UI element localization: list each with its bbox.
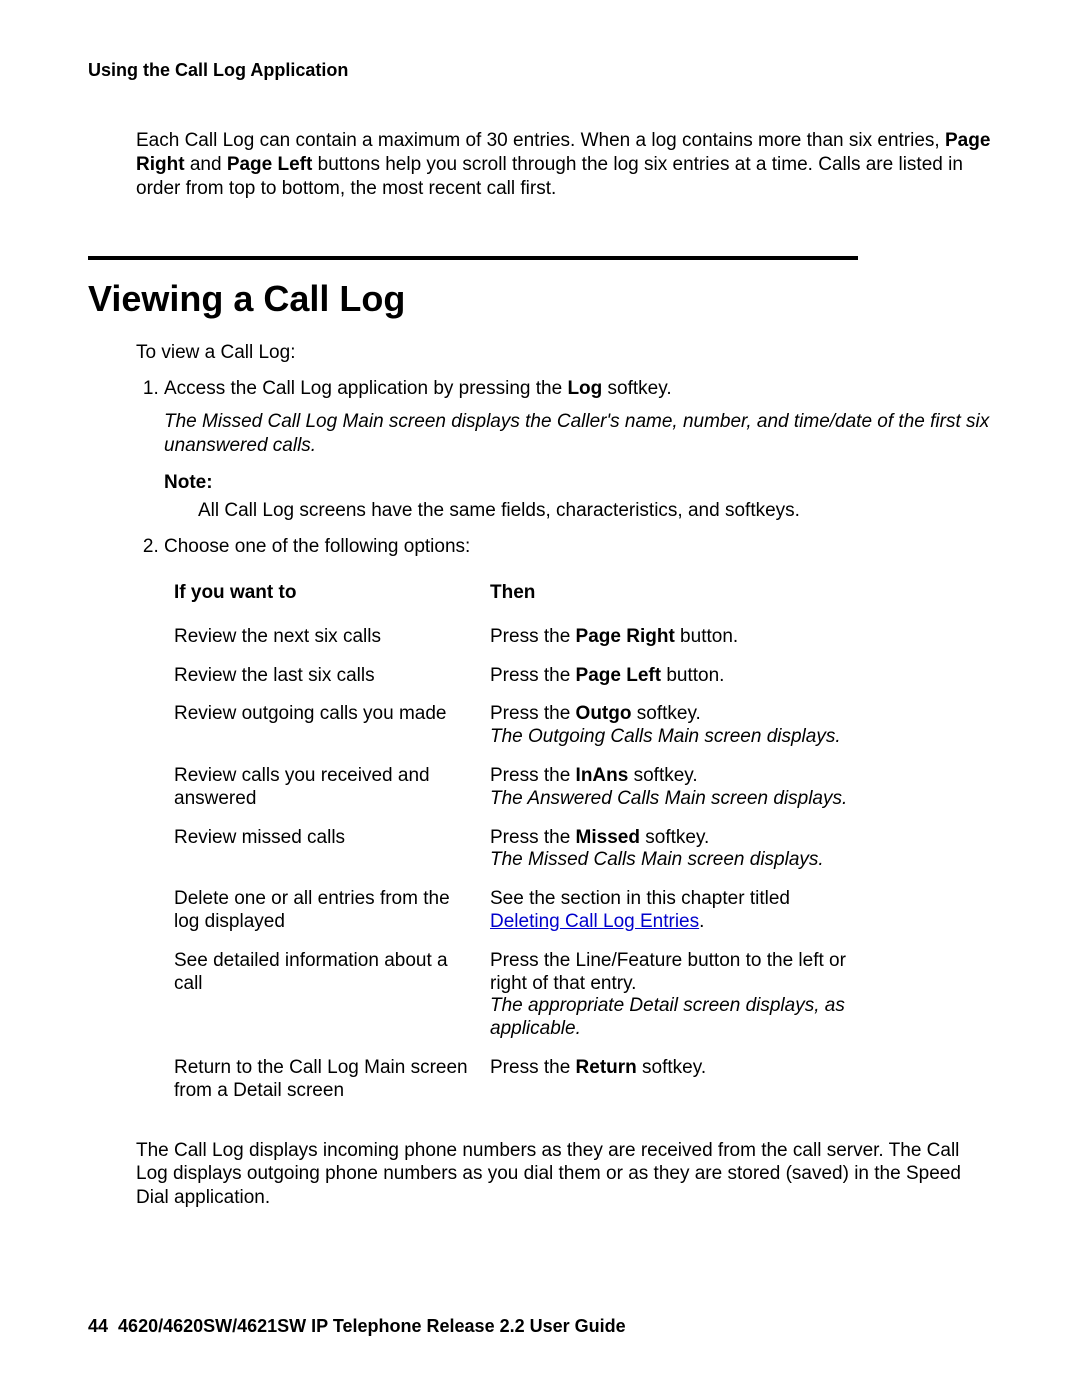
page-number: 44: [88, 1316, 108, 1336]
cell-italic: The Outgoing Calls Main screen displays.: [490, 726, 841, 747]
cell-text: softkey.: [637, 1057, 706, 1078]
intro-bold-page-left: Page Left: [227, 154, 313, 175]
table-cell-left: Review the last six calls: [174, 657, 490, 696]
step1-text: Access the Call Log application by press…: [164, 378, 567, 399]
table-cell-left: Review calls you received and answered: [174, 757, 490, 819]
table-cell-left: Delete one or all entries from the log d…: [174, 880, 490, 942]
table-row: Review the next six calls Press the Page…: [174, 618, 864, 657]
cell-bold: Page Left: [576, 665, 662, 686]
cell-text: See the section in this chapter titled: [490, 888, 790, 909]
cell-bold: Page Right: [576, 626, 675, 647]
lead-text: To view a Call Log:: [136, 342, 992, 364]
table-header-right: Then: [490, 576, 864, 618]
table-row: Review missed calls Press the Missed sof…: [174, 819, 864, 881]
table-cell-right: Press the Page Right button.: [490, 618, 864, 657]
document-page: Using the Call Log Application Each Call…: [0, 0, 1080, 1397]
intro-text: Each Call Log can contain a maximum of 3…: [136, 130, 945, 151]
cell-bold: InAns: [576, 765, 629, 786]
options-table: If you want to Then Review the next six …: [174, 576, 864, 1111]
table-cell-left: Review missed calls: [174, 819, 490, 881]
cell-text: softkey.: [628, 765, 697, 786]
step1-text: softkey.: [602, 378, 671, 399]
running-header: Using the Call Log Application: [88, 60, 992, 81]
cell-text: Press the: [490, 765, 576, 786]
steps-list: Access the Call Log application by press…: [136, 378, 992, 1110]
table-header-row: If you want to Then: [174, 576, 864, 618]
table-row: Review calls you received and answered P…: [174, 757, 864, 819]
page-footer: 44 4620/4620SW/4621SW IP Telephone Relea…: [88, 1316, 626, 1337]
table-cell-right: Press the Missed softkey. The Missed Cal…: [490, 819, 864, 881]
table-cell-right: Press the Return softkey.: [490, 1049, 864, 1111]
table-header-left: If you want to: [174, 576, 490, 618]
cell-text: .: [699, 911, 704, 932]
step2-text: Choose one of the following options:: [164, 536, 470, 557]
table-row: Return to the Call Log Main screen from …: [174, 1049, 864, 1111]
intro-text: and: [185, 154, 227, 175]
note-label: Note:: [164, 472, 992, 494]
cell-text: Press the Line/Feature button to the lef…: [490, 950, 846, 994]
table-row: Delete one or all entries from the log d…: [174, 880, 864, 942]
cell-text: Press the: [490, 703, 576, 724]
step-2: Choose one of the following options: If …: [164, 536, 992, 1111]
note-body: All Call Log screens have the same field…: [198, 500, 992, 522]
table-row: See detailed information about a call Pr…: [174, 942, 864, 1049]
step1-bold-log: Log: [567, 378, 602, 399]
table-cell-right: Press the InAns softkey. The Answered Ca…: [490, 757, 864, 819]
deleting-call-log-entries-link[interactable]: Deleting Call Log Entries: [490, 911, 699, 932]
cell-bold: Return: [576, 1057, 637, 1078]
intro-paragraph: Each Call Log can contain a maximum of 3…: [136, 129, 992, 200]
cell-bold: Missed: [576, 827, 640, 848]
step1-subtext: The Missed Call Log Main screen displays…: [164, 410, 992, 458]
cell-text: Press the: [490, 1057, 576, 1078]
cell-italic: The Answered Calls Main screen displays.: [490, 788, 847, 809]
closing-paragraph: The Call Log displays incoming phone num…: [136, 1139, 992, 1210]
cell-italic: The Missed Calls Main screen displays.: [490, 849, 824, 870]
cell-text: softkey.: [631, 703, 700, 724]
table-cell-right: Press the Page Left button.: [490, 657, 864, 696]
table-row: Review the last six calls Press the Page…: [174, 657, 864, 696]
table-cell-left: Review the next six calls: [174, 618, 490, 657]
table-row: Review outgoing calls you made Press the…: [174, 695, 864, 757]
section-title: Viewing a Call Log: [88, 278, 992, 320]
cell-text: button.: [661, 665, 724, 686]
cell-text: Press the: [490, 665, 576, 686]
cell-text: Press the: [490, 626, 576, 647]
table-cell-left: Return to the Call Log Main screen from …: [174, 1049, 490, 1111]
table-cell-right: Press the Line/Feature button to the lef…: [490, 942, 864, 1049]
table-cell-right: Press the Outgo softkey. The Outgoing Ca…: [490, 695, 864, 757]
table-cell-left: See detailed information about a call: [174, 942, 490, 1049]
step-1: Access the Call Log application by press…: [164, 378, 992, 522]
section-rule: [88, 256, 858, 260]
footer-doc-title: 4620/4620SW/4621SW IP Telephone Release …: [118, 1316, 626, 1336]
cell-text: Press the: [490, 827, 576, 848]
table-cell-right: See the section in this chapter titled D…: [490, 880, 864, 942]
cell-italic: The appropriate Detail screen displays, …: [490, 995, 845, 1039]
table-cell-left: Review outgoing calls you made: [174, 695, 490, 757]
cell-bold: Outgo: [576, 703, 632, 724]
cell-text: softkey.: [640, 827, 709, 848]
cell-text: button.: [675, 626, 738, 647]
